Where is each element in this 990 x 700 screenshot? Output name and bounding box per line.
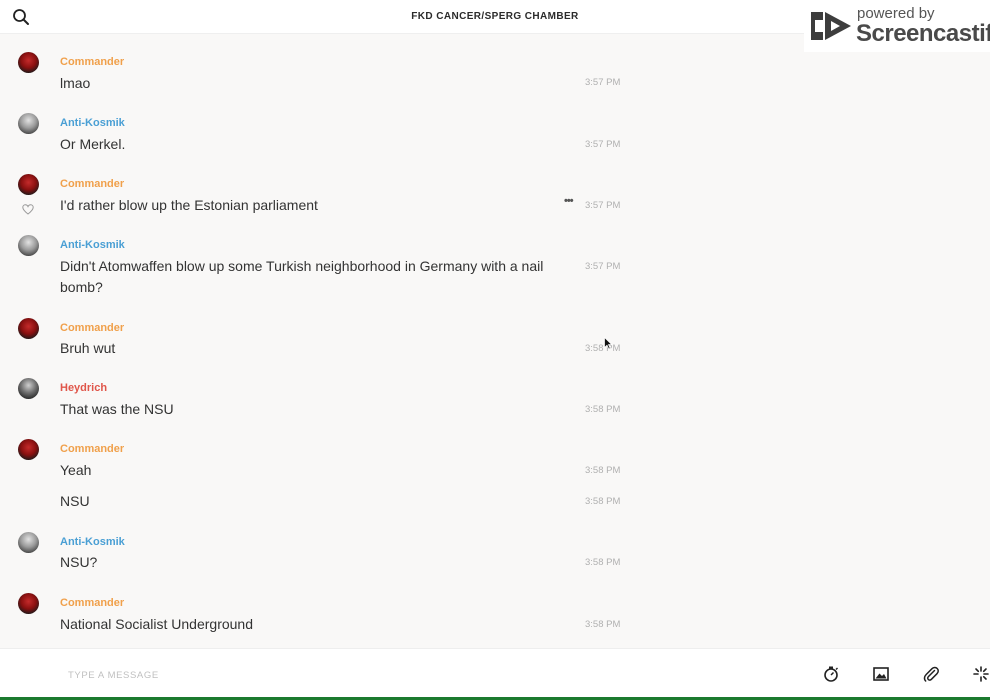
avatar-anti-kosmik[interactable] <box>18 235 39 256</box>
message-text: That was the NSU <box>60 401 174 417</box>
mouse-cursor-icon <box>604 336 613 355</box>
more-options-icon[interactable]: ••• <box>564 195 574 207</box>
message-text: Yeah <box>60 462 92 478</box>
attachment-icon[interactable] <box>922 665 940 683</box>
message-text: Or Merkel. <box>60 136 126 152</box>
message-text: Bruh wut <box>60 340 116 356</box>
message-time: 3:57 PM <box>585 261 621 272</box>
avatar-commander[interactable] <box>18 318 39 339</box>
message-text: lmao <box>60 75 91 91</box>
message-time: 3:58 PM <box>585 619 621 630</box>
avatar-commander[interactable] <box>18 174 39 195</box>
sender-name[interactable]: Commander <box>60 443 124 455</box>
message-time: 3:58 PM <box>585 557 621 568</box>
message-time: 3:58 PM <box>585 496 621 507</box>
message-text: Didn't Atomwaffen blow up some Turkish n… <box>60 258 544 295</box>
message-input[interactable] <box>68 666 768 684</box>
image-icon[interactable] <box>872 665 890 683</box>
avatar-anti-kosmik[interactable] <box>18 113 39 134</box>
message-text: I'd rather blow up the Estonian parliame… <box>60 197 318 213</box>
sender-name[interactable]: Commander <box>60 322 124 334</box>
message-time: 3:58 PM <box>585 404 621 415</box>
heart-icon[interactable] <box>22 202 34 220</box>
sender-name[interactable]: Anti-Kosmik <box>60 239 125 251</box>
watermark-brand: Screencastify <box>856 20 990 47</box>
avatar-heydrich[interactable] <box>18 378 39 399</box>
sender-name[interactable]: Commander <box>60 56 124 68</box>
sender-name[interactable]: Heydrich <box>60 382 107 394</box>
message-time: 3:57 PM <box>585 77 621 88</box>
message-time: 3:58 PM <box>585 465 621 476</box>
sparkle-icon[interactable] <box>972 665 990 683</box>
avatar-anti-kosmik[interactable] <box>18 532 39 553</box>
screencastify-logo-icon <box>809 8 853 49</box>
message-text: National Socialist Underground <box>60 616 253 632</box>
message-time: 3:57 PM <box>585 200 621 211</box>
screencastify-watermark: powered by Screencastify <box>804 0 990 52</box>
avatar-commander[interactable] <box>18 439 39 460</box>
sender-name[interactable]: Commander <box>60 178 124 190</box>
sender-name[interactable]: Anti-Kosmik <box>60 536 125 548</box>
message-text: NSU <box>60 493 90 509</box>
message-text: NSU? <box>60 554 98 570</box>
avatar-commander[interactable] <box>18 52 39 73</box>
sender-name[interactable]: Anti-Kosmik <box>60 117 125 129</box>
message-composer <box>0 648 990 698</box>
message-time: 3:58 PM <box>585 343 621 354</box>
message-time: 3:57 PM <box>585 139 621 150</box>
timer-icon[interactable] <box>822 665 840 683</box>
avatar-commander[interactable] <box>18 593 39 614</box>
sender-name[interactable]: Commander <box>60 597 124 609</box>
